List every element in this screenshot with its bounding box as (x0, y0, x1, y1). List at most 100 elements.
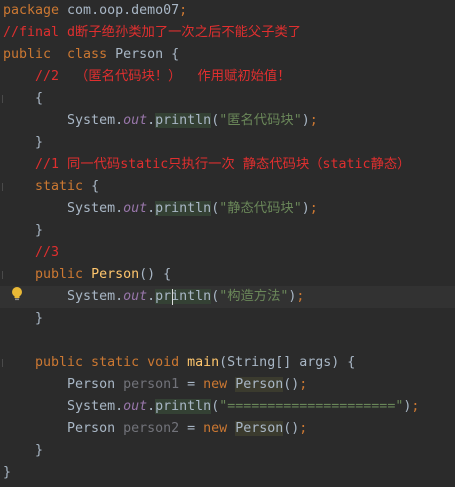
code-token: "=====================" (219, 399, 404, 414)
code-line[interactable]: System.out.println("====================… (0, 396, 455, 418)
code-token: () { (139, 267, 172, 282)
code-token: ; (299, 421, 308, 436)
code-token: new (203, 421, 236, 436)
code-token: System. (3, 399, 124, 414)
code-token: //1 同一代码static只执行一次 静态代码块（static静态） (3, 157, 411, 172)
code-token: { (3, 91, 44, 106)
code-line[interactable]: //final d断子绝孙类加了一次之后不能父子类了 (0, 22, 455, 44)
code-token: //3 (3, 245, 60, 260)
code-token: System. (3, 201, 124, 216)
code-text: Person person1 = new Person(); (3, 374, 307, 396)
code-token: ( (211, 399, 220, 414)
code-text: } (3, 220, 43, 242)
code-text: System.out.println("匿名代码块"); (3, 110, 318, 132)
code-line[interactable]: } (0, 132, 455, 154)
code-text: //1 同一代码static只执行一次 静态代码块（static静态） (3, 154, 410, 176)
code-line[interactable]: public Person() { (0, 264, 455, 286)
code-token: package (3, 3, 68, 18)
code-text: } (3, 132, 43, 154)
code-token: println (155, 399, 212, 414)
code-token: public (3, 267, 92, 282)
code-token: Person (3, 421, 124, 436)
code-token: Person (3, 377, 124, 392)
code-token: Person (91, 267, 140, 282)
code-token: . (147, 289, 156, 304)
code-token: static (3, 179, 92, 194)
code-line[interactable]: //1 同一代码static只执行一次 静态代码块（static静态） (0, 154, 455, 176)
code-token: = (179, 421, 204, 436)
code-token: ; (411, 399, 420, 414)
code-text: Person person2 = new Person(); (3, 418, 307, 440)
code-token: } (3, 223, 44, 238)
code-token: ; (179, 3, 188, 18)
text-caret (172, 289, 173, 305)
code-line[interactable]: } (0, 462, 455, 484)
code-text: //3 (3, 242, 59, 264)
code-token: . (147, 201, 156, 216)
code-text: System.out.println("====================… (3, 396, 419, 418)
code-line[interactable]: } (0, 308, 455, 330)
code-text: //2 （匿名代码块！） 作用赋初始值！ (3, 66, 291, 88)
code-text: { (3, 88, 43, 110)
code-token: } (3, 443, 44, 458)
code-token: Person { (115, 47, 180, 62)
code-token: . (147, 399, 156, 414)
code-token: { (91, 179, 100, 194)
code-line[interactable]: public static void main(String[] args) { (0, 352, 455, 374)
code-token: out (123, 113, 148, 128)
code-text: public static void main(String[] args) { (3, 352, 355, 374)
code-token: "构造方法" (219, 289, 289, 304)
code-token: ) (301, 113, 310, 128)
code-line[interactable]: { (0, 88, 455, 110)
code-token: out (123, 201, 148, 216)
code-token: } (3, 135, 44, 150)
code-token: Person (235, 421, 284, 436)
code-token: println (155, 201, 212, 216)
code-token: ) (301, 201, 310, 216)
code-line[interactable] (0, 330, 455, 352)
code-token: public static void (3, 355, 188, 370)
code-editor[interactable]: package com.oop.demo07; //final d断子绝孙类加了一… (0, 0, 455, 487)
code-token: ( (211, 289, 220, 304)
code-token: ; (296, 289, 305, 304)
code-token: new (203, 377, 236, 392)
code-line[interactable]: Person person2 = new Person(); (0, 418, 455, 440)
code-token: "匿名代码块" (219, 113, 302, 128)
code-line[interactable]: System.out.println("构造方法"); (0, 286, 455, 308)
code-text: System.out.println("构造方法"); (3, 286, 304, 308)
code-token: //2 （匿名代码块！） 作用赋初始值！ (3, 69, 291, 84)
code-token: out (123, 399, 148, 414)
code-line[interactable]: } (0, 220, 455, 242)
code-token: person1 (123, 377, 180, 392)
code-text: System.out.println("静态代码块"); (3, 198, 318, 220)
code-token: ; (309, 201, 318, 216)
code-line[interactable]: } (0, 440, 455, 462)
code-line[interactable]: package com.oop.demo07; (0, 0, 455, 22)
code-token: } (3, 465, 12, 480)
code-line[interactable]: public class Person { (0, 44, 455, 66)
code-line[interactable]: static { (0, 176, 455, 198)
code-text: //final d断子绝孙类加了一次之后不能父子类了 (3, 22, 301, 44)
code-token: com.oop.demo07 (67, 3, 180, 18)
code-line[interactable]: System.out.println("匿名代码块"); (0, 110, 455, 132)
code-line[interactable]: //2 （匿名代码块！） 作用赋初始值！ (0, 66, 455, 88)
code-line[interactable]: //3 (0, 242, 455, 264)
code-token: (String[] args) { (219, 355, 356, 370)
code-token: //final d断子绝孙类加了一次之后不能父子类了 (3, 25, 302, 40)
code-token: () (283, 377, 300, 392)
code-token: () (283, 421, 300, 436)
code-text: } (3, 440, 43, 462)
code-text: public class Person { (3, 44, 179, 66)
code-token: main (187, 355, 220, 370)
code-text: static { (3, 176, 99, 198)
code-token: "静态代码块" (219, 201, 302, 216)
code-line[interactable]: Person person1 = new Person(); (0, 374, 455, 396)
code-token: = (179, 377, 204, 392)
code-line[interactable]: System.out.println("静态代码块"); (0, 198, 455, 220)
code-token: ; (299, 377, 308, 392)
code-token: ( (211, 201, 220, 216)
code-token: . (147, 113, 156, 128)
code-token: } (3, 311, 44, 326)
lightbulb-icon[interactable] (10, 286, 24, 302)
code-text: package com.oop.demo07; (3, 0, 187, 22)
